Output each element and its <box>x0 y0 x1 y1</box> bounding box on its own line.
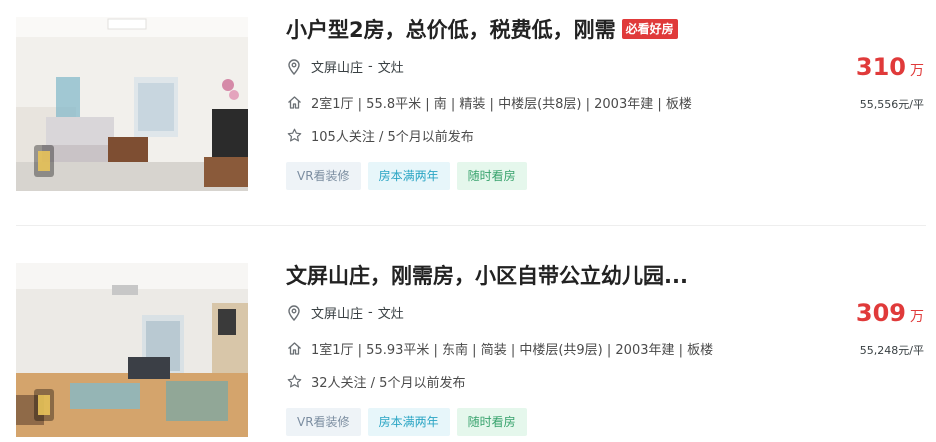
vr-tag: VR看装修 <box>286 162 361 190</box>
total-price: 309 万 <box>856 299 924 327</box>
listing-card: 小户型2房，总价低，税费低，刚需 必看好房 文屏山庄 - 文灶 2室1厅 | 5… <box>0 15 936 191</box>
total-price: 310 万 <box>856 53 924 81</box>
follow-info: 105人关注 / 5个月以前发布 <box>286 126 474 145</box>
house-info-text: 2室1厅 | 55.8平米 | 南 | 精装 | 中楼层(共8层) | 2003… <box>311 97 692 112</box>
five-years-tag: 房本满两年 <box>367 408 450 436</box>
follow-info-text: 105人关注 / 5个月以前发布 <box>311 130 474 145</box>
vr-tag: VR看装修 <box>286 408 361 436</box>
listing-photo[interactable] <box>16 17 248 191</box>
total-price-value: 309 <box>855 299 906 327</box>
district-link[interactable]: 文灶 <box>378 303 404 322</box>
total-price-value: 310 <box>855 53 906 81</box>
price-unit: 万 <box>910 63 924 79</box>
visit-anytime-tag: 随时看房 <box>456 162 527 190</box>
house-info: 1室1厅 | 55.93平米 | 东南 | 简装 | 中楼层(共9层) | 20… <box>286 339 713 358</box>
listing-title[interactable]: 小户型2房，总价低，税费低，刚需 必看好房 <box>286 15 678 43</box>
listing-title-text: 小户型2房，总价低，税费低，刚需 <box>286 18 616 42</box>
follow-info: 32人关注 / 5个月以前发布 <box>286 372 465 391</box>
listing-photo[interactable] <box>16 263 248 437</box>
house-icon <box>286 341 302 357</box>
position-info: 文屏山庄 - 文灶 <box>286 57 404 76</box>
location-pin-icon <box>286 304 302 321</box>
must-see-badge: 必看好房 <box>621 19 678 39</box>
star-icon <box>286 128 302 144</box>
tag-list: VR看装修 房本满两年 随时看房 <box>286 162 527 190</box>
listing-divider <box>16 225 926 226</box>
location-pin-icon <box>286 58 302 75</box>
listing-title[interactable]: 文屏山庄，刚需房，小区自带公立幼儿园... <box>286 261 688 289</box>
star-icon <box>286 374 302 390</box>
house-info: 2室1厅 | 55.8平米 | 南 | 精装 | 中楼层(共8层) | 2003… <box>286 93 692 112</box>
listing-title-text: 文屏山庄，刚需房，小区自带公立幼儿园... <box>286 264 688 288</box>
listing-card: 文屏山庄，刚需房，小区自带公立幼儿园... 文屏山庄 - 文灶 1室1厅 | 5… <box>0 261 936 437</box>
price-unit: 万 <box>910 309 924 325</box>
separator: - <box>368 305 373 320</box>
community-link[interactable]: 文屏山庄 <box>311 57 363 76</box>
house-icon <box>286 95 302 111</box>
position-info: 文屏山庄 - 文灶 <box>286 303 404 322</box>
district-link[interactable]: 文灶 <box>378 57 404 76</box>
five-years-tag: 房本满两年 <box>367 162 450 190</box>
follow-info-text: 32人关注 / 5个月以前发布 <box>311 376 466 391</box>
unit-price: 55,556元/平 <box>859 98 924 111</box>
community-link[interactable]: 文屏山庄 <box>311 303 363 322</box>
tag-list: VR看装修 房本满两年 随时看房 <box>286 408 527 436</box>
unit-price: 55,248元/平 <box>859 344 924 357</box>
separator: - <box>368 59 373 74</box>
visit-anytime-tag: 随时看房 <box>456 408 527 436</box>
house-info-text: 1室1厅 | 55.93平米 | 东南 | 简装 | 中楼层(共9层) | 20… <box>311 343 714 358</box>
